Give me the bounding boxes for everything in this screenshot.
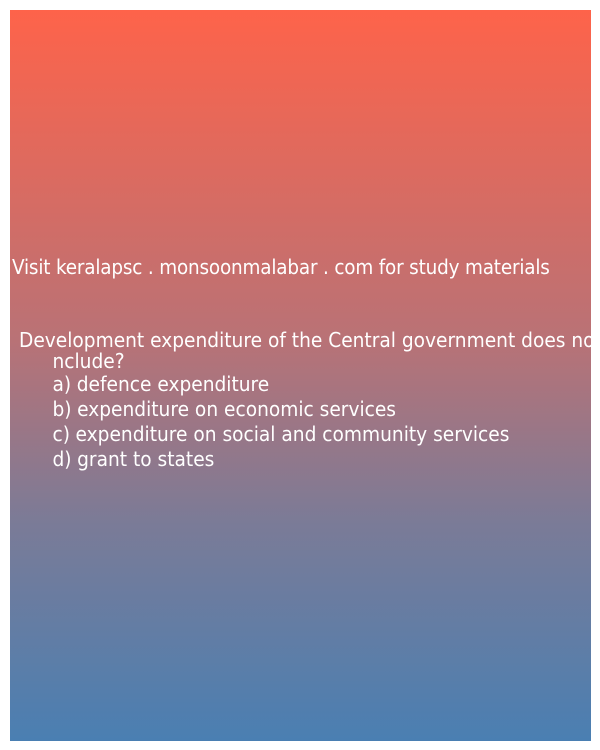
question-text: Development expenditure of the Central g… [19,328,600,373]
option-label: d) [52,447,72,471]
option-label: b) [52,397,72,421]
option-a: a) defence expenditure [52,372,550,397]
option-d: d) grant to states [52,447,550,472]
option-text: defence expenditure [76,372,270,396]
option-text: expenditure on social and community serv… [75,422,510,446]
question-card: Visit keralapsc . monsoonmalabar . com f… [10,10,600,741]
option-b: b) expenditure on economic services [52,397,550,422]
option-c: c) expenditure on social and community se… [52,422,550,447]
option-text: expenditure on economic services [77,397,396,421]
question-block: Development expenditure of the Central g… [19,330,600,472]
option-label: a) [52,372,72,396]
option-label: c) [52,422,70,446]
option-text: grant to states [77,447,215,471]
promo-text: Visit keralapsc . monsoonmalabar . com f… [12,255,550,279]
options-list: a) defence expenditure b) expenditure on e… [19,372,550,472]
